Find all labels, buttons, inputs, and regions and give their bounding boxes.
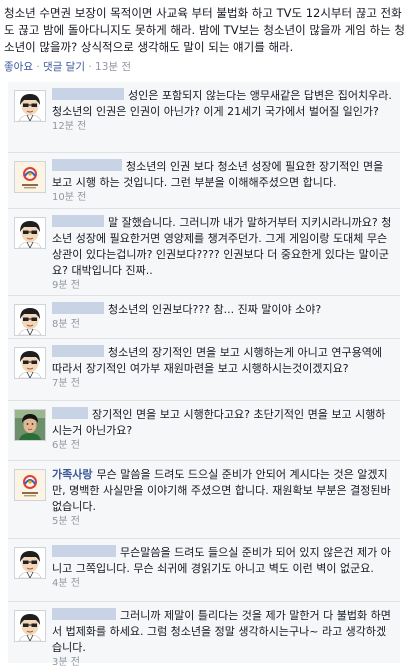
comment-timestamp[interactable]: 8분 전 [52,318,392,332]
comment-item: 무슨말씀을 드려도 들으실 준비가 되어 있지 않은건 제가 아니고 그쪽입니다… [8,538,400,602]
comment-author[interactable] [52,608,116,620]
comment-item: 그러니까 제말이 틀리다는 것을 제가 말한거 다 불법화 하면서 법제화를 하… [8,601,400,668]
ministry-logo-avatar[interactable] [14,161,46,193]
separator-dot: · [36,61,44,73]
comment-timestamp[interactable]: 7분 전 [52,377,392,391]
comment-body: 가족사랑 무슨 말씀을 드려도 드으실 준비가 안되어 계시다는 것은 알겠지만,… [52,467,392,529]
comment-timestamp[interactable]: 12분 전 [52,120,392,134]
comment-item: 가족사랑 무슨 말씀을 드려도 드으실 준비가 안되어 계시다는 것은 알겠지만,… [8,460,400,539]
comment-text: 무슨 말씀을 드려도 드으실 준비가 안되어 계시다는 것은 알겠지만, 명백한… [52,468,391,513]
comment-body: 그러니까 제말이 틀리다는 것을 제가 말한거 다 불법화 하면서 법제화를 하… [52,608,392,670]
comment-body: 청소년의 장기적인 면을 보고 시행하는게 아니고 연구용역에 따라서 장기적인… [52,345,392,391]
comment-author[interactable] [52,159,122,171]
cartoon-boy-avatar[interactable] [14,304,46,336]
comment-timestamp[interactable]: 6분 전 [52,439,392,453]
comment-timestamp[interactable]: 10분 전 [52,191,392,205]
post-timestamp[interactable]: 13분 전 [95,61,131,73]
comment-item: 청소년의 장기적인 면을 보고 시행하는게 아니고 연구용역에 따라서 장기적인… [8,338,400,401]
comment-author[interactable]: 가족사랑 [52,468,92,481]
comment-author[interactable] [52,88,124,100]
comment-author[interactable] [52,545,116,557]
comment-timestamp[interactable]: 4분 전 [52,577,392,591]
comment-author[interactable] [52,302,104,314]
photo-avatar[interactable] [14,409,46,441]
comment-body: 말 잘했습니다. 그러니까 내가 말하거부터 지키시라니까요? 청소년 성장에 … [52,215,392,293]
comment-author[interactable] [52,407,88,419]
post-text: 청소년 수면권 보장이 목적이면 사교육 부터 불법화 하고 TV도 12시부터… [4,6,405,54]
comment-body: 청소년의 인권보다??? 참... 진짜 말이야 소야? 8분 전 [52,302,392,332]
comment-timestamp[interactable]: 3분 전 [52,656,392,670]
comment-text: 장기적인 면을 보고 시행한다고요? 초단기적인 면을 보고 시행하시는거 아닌… [52,408,386,437]
comment-link[interactable]: 댓글 달기 [43,61,85,73]
cartoon-boy-avatar[interactable] [14,347,46,379]
comment-list: 성인은 포함되지 않는다는 앵무새같은 답변은 집어치우라. 청소년의 인권은 … [8,82,400,668]
comment-timestamp[interactable]: 9분 전 [52,279,392,293]
post-actions: 좋아요 · 댓글 달기 · 13분 전 [4,60,406,74]
cartoon-boy-avatar[interactable] [14,547,46,579]
comment-body: 성인은 포함되지 않는다는 앵무새같은 답변은 집어치우라. 청소년의 인권은 … [52,88,392,134]
comment-item: 청소년의 인권 보다 청소년 성장에 필요한 장기적인 면을 보고 시행 하는 … [8,152,400,209]
comment-item: 성인은 포함되지 않는다는 앵무새같은 답변은 집어치우라. 청소년의 인권은 … [8,82,400,152]
comment-timestamp[interactable]: 5분 전 [52,515,392,529]
comment-body: 청소년의 인권 보다 청소년 성장에 필요한 장기적인 면을 보고 시행 하는 … [52,159,392,205]
cartoon-boy-avatar[interactable] [14,217,46,249]
comment-item: 청소년의 인권보다??? 참... 진짜 말이야 소야? 8분 전 [8,295,400,339]
comment-item: 말 잘했습니다. 그러니까 내가 말하거부터 지키시라니까요? 청소년 성장에 … [8,208,400,296]
comment-author[interactable] [52,215,104,227]
comment-author[interactable] [52,345,104,357]
comment-text: 청소년의 인권보다??? 참... 진짜 말이야 소야? [108,303,322,316]
comment-item: 장기적인 면을 보고 시행한다고요? 초단기적인 면을 보고 시행하시는거 아닌… [8,400,400,461]
cartoon-boy-avatar[interactable] [14,90,46,122]
ministry-logo-avatar[interactable] [14,469,46,501]
comment-body: 장기적인 면을 보고 시행한다고요? 초단기적인 면을 보고 시행하시는거 아닌… [52,407,392,453]
comment-body: 무슨말씀을 드려도 들으실 준비가 되어 있지 않은건 제가 아니고 그쪽입니다… [52,545,392,591]
cartoon-boy-avatar[interactable] [14,610,46,642]
like-link[interactable]: 좋아요 [4,61,33,73]
